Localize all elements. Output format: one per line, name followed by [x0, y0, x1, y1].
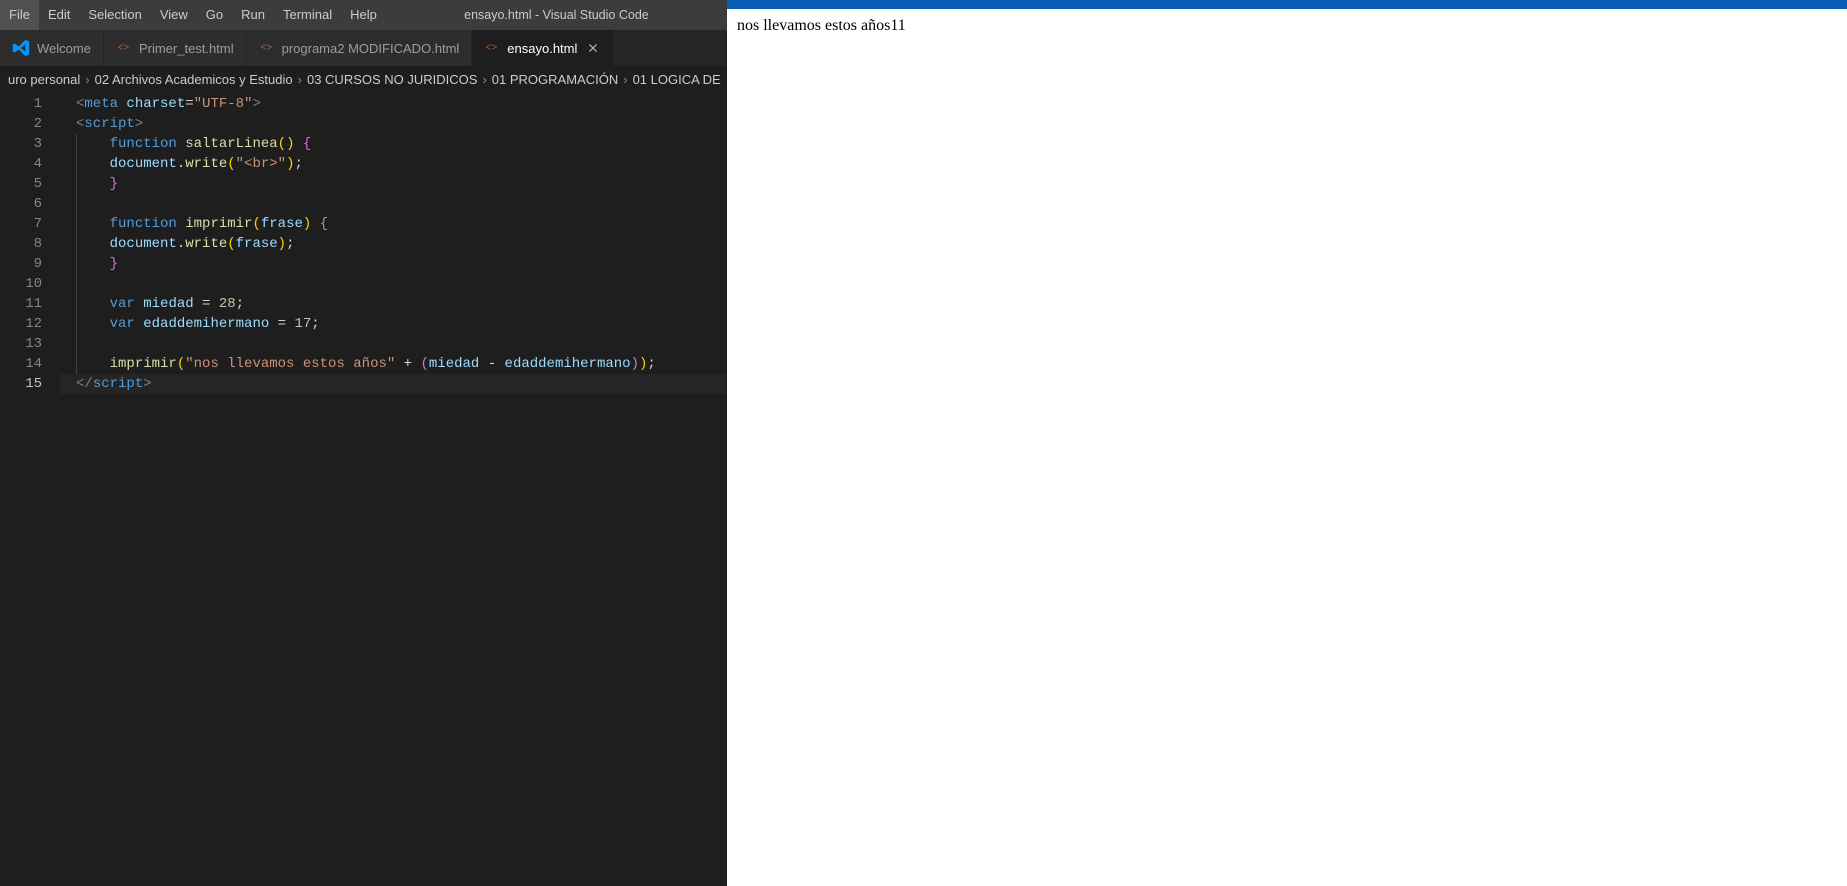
code-line[interactable]: var edaddemihermano = 17;: [60, 314, 727, 334]
breadcrumb-item[interactable]: 03 CURSOS NO JURIDICOS: [307, 72, 477, 87]
svg-text:<>: <>: [117, 43, 129, 54]
line-number: 4: [0, 154, 42, 174]
menu-terminal[interactable]: Terminal: [274, 0, 341, 30]
line-number: 15: [0, 374, 42, 394]
menu-bar: File Edit Selection View Go Run Terminal…: [0, 0, 727, 30]
menu-go[interactable]: Go: [197, 0, 232, 30]
code-line[interactable]: [60, 334, 727, 354]
line-number: 12: [0, 314, 42, 334]
html-file-icon: <>: [484, 40, 500, 56]
code-line[interactable]: document.write("<br>");: [60, 154, 727, 174]
breadcrumb-item[interactable]: 01 PROGRAMACIÓN: [492, 72, 618, 87]
line-number: 8: [0, 234, 42, 254]
code-line[interactable]: </script>: [60, 374, 727, 394]
tab-label: Primer_test.html: [139, 41, 234, 56]
tab-welcome[interactable]: Welcome: [0, 30, 104, 66]
menu-selection[interactable]: Selection: [79, 0, 150, 30]
code-line[interactable]: imprimir("nos llevamos estos años" + (mi…: [60, 354, 727, 374]
breadcrumb-item[interactable]: uro personal: [8, 72, 80, 87]
breadcrumb-item[interactable]: 02 Archivos Academicos y Estudio: [95, 72, 293, 87]
tab-label: Welcome: [37, 41, 91, 56]
chevron-right-icon: ›: [482, 72, 486, 87]
code-area[interactable]: <meta charset="UTF-8"><script> function …: [60, 92, 727, 886]
tab-label: ensayo.html: [507, 41, 577, 56]
line-number: 14: [0, 354, 42, 374]
line-number: 5: [0, 174, 42, 194]
menu-file[interactable]: File: [0, 0, 39, 30]
menu-edit[interactable]: Edit: [39, 0, 79, 30]
code-line[interactable]: document.write(frase);: [60, 234, 727, 254]
vscode-window: File Edit Selection View Go Run Terminal…: [0, 0, 727, 886]
line-number: 1: [0, 94, 42, 114]
code-line[interactable]: }: [60, 254, 727, 274]
tab-primer-test-html[interactable]: <> Primer_test.html: [104, 30, 247, 66]
line-number: 6: [0, 194, 42, 214]
vscode-icon: [12, 39, 30, 57]
menu-run[interactable]: Run: [232, 0, 274, 30]
code-editor[interactable]: 123456789101112131415 <meta charset="UTF…: [0, 92, 727, 886]
tab-close-button[interactable]: [585, 40, 601, 56]
tab-ensayo-html[interactable]: <> ensayo.html: [472, 30, 614, 66]
svg-text:<>: <>: [260, 43, 272, 54]
html-file-icon: <>: [116, 40, 132, 56]
browser-title-bar: [727, 0, 1847, 9]
code-line[interactable]: <script>: [60, 114, 727, 134]
line-number: 10: [0, 274, 42, 294]
svg-text:<>: <>: [486, 43, 498, 54]
chevron-right-icon: ›: [623, 72, 627, 87]
menu-help[interactable]: Help: [341, 0, 386, 30]
code-line[interactable]: <meta charset="UTF-8">: [60, 94, 727, 114]
code-line[interactable]: [60, 274, 727, 294]
line-number-gutter: 123456789101112131415: [0, 92, 60, 886]
html-file-icon: <>: [259, 40, 275, 56]
line-number: 13: [0, 334, 42, 354]
browser-output: nos llevamos estos años11: [727, 9, 1847, 43]
line-number: 9: [0, 254, 42, 274]
code-line[interactable]: var miedad = 28;: [60, 294, 727, 314]
editor-tabs: Welcome <> Primer_test.html <> programa2 MOD…: [0, 30, 727, 66]
line-number: 2: [0, 114, 42, 134]
code-line[interactable]: [60, 194, 727, 214]
chevron-right-icon: ›: [85, 72, 89, 87]
line-number: 3: [0, 134, 42, 154]
code-line[interactable]: function saltarLinea() {: [60, 134, 727, 154]
breadcrumb-item[interactable]: 01 LOGICA DE: [633, 72, 721, 87]
tab-label: programa2 MODIFICADO.html: [282, 41, 460, 56]
tab-programa2-modificado-html[interactable]: <> programa2 MODIFICADO.html: [247, 30, 473, 66]
line-number: 11: [0, 294, 42, 314]
line-number: 7: [0, 214, 42, 234]
window-title: ensayo.html - Visual Studio Code: [386, 8, 727, 22]
browser-window: nos llevamos estos años11: [727, 0, 1847, 886]
code-line[interactable]: }: [60, 174, 727, 194]
close-icon[interactable]: [586, 41, 600, 55]
chevron-right-icon: ›: [298, 72, 302, 87]
code-line[interactable]: function imprimir(frase) {: [60, 214, 727, 234]
menu-view[interactable]: View: [151, 0, 197, 30]
breadcrumbs[interactable]: uro personal › 02 Archivos Academicos y Es…: [0, 66, 727, 92]
